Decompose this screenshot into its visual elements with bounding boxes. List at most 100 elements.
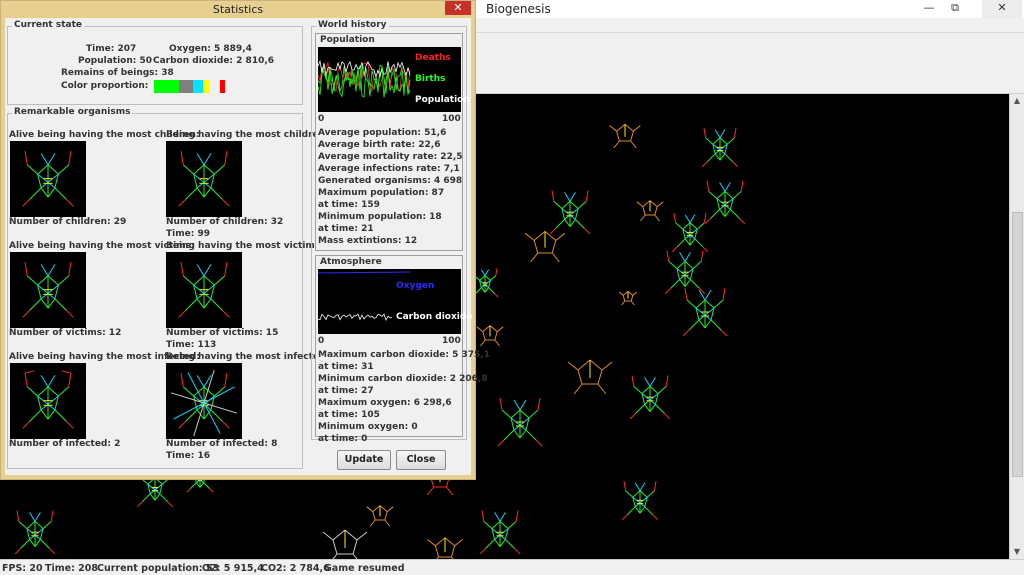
- organism-segment: [159, 493, 169, 503]
- current-co2: Carbon dioxide: 2 810,6: [153, 56, 275, 66]
- update-button[interactable]: Update: [337, 450, 391, 470]
- statistics-close-icon[interactable]: ✕: [445, 1, 471, 15]
- scroll-thumb[interactable]: [1012, 212, 1023, 477]
- most-children-organism[interactable]: [166, 141, 242, 217]
- organism-segment: [633, 386, 643, 394]
- main-close-button[interactable]: ✕: [982, 0, 1022, 18]
- organism-segment: [585, 190, 589, 202]
- organism-segment: [639, 490, 648, 498]
- organism-segment: [649, 200, 658, 207]
- organism-segment: [528, 409, 539, 419]
- organism-segment: [654, 214, 660, 222]
- organism-segment: [623, 481, 627, 491]
- organism-segment: [47, 409, 56, 420]
- organism-segment: [24, 151, 28, 165]
- organism-segment: [54, 409, 67, 422]
- scroll-up-arrow-icon[interactable]: ▲: [1010, 94, 1024, 108]
- organism-segment: [497, 439, 505, 447]
- organism-segment: [475, 287, 482, 294]
- color-segment: [154, 80, 180, 93]
- organism-segment: [490, 275, 497, 281]
- organism-segment: [513, 429, 521, 439]
- organism-drawing: [178, 151, 230, 207]
- organism-segment: [193, 164, 205, 175]
- organism-segment: [622, 291, 629, 296]
- organism-segment: [386, 506, 394, 512]
- organism-segment: [634, 506, 641, 514]
- organism-segment: [40, 375, 49, 388]
- organism-segment: [724, 191, 734, 199]
- organism-segment: [182, 386, 194, 397]
- minimize-button[interactable]: —: [916, 0, 942, 18]
- organism-segment: [642, 200, 651, 207]
- close-button[interactable]: Close: [396, 450, 446, 470]
- main-toolbar-divider: [476, 32, 1024, 33]
- organism-segment: [66, 421, 74, 429]
- organism-segment: [203, 275, 215, 286]
- organism-segment: [655, 404, 665, 414]
- main-titlebar[interactable]: Biogenesis — ⧉ ✕: [476, 0, 1024, 18]
- restore-button[interactable]: ⧉: [942, 0, 968, 18]
- organism-segment: [732, 191, 742, 199]
- organism-segment: [34, 539, 41, 547]
- alive-most-children-organism[interactable]: [10, 141, 86, 217]
- organism-segment: [186, 488, 191, 493]
- organism-segment: [47, 298, 56, 309]
- alive-most-infected-organism[interactable]: [10, 363, 86, 439]
- organism-segment: [616, 123, 626, 132]
- organism-segment: [352, 539, 358, 555]
- organism-segment: [716, 191, 726, 199]
- minimum-carbon-dioxide: Minimum carbon dioxide: 2 206,8: [318, 374, 488, 384]
- organism-segment: [37, 164, 49, 175]
- organism-segment: [722, 287, 726, 301]
- organism-segment: [690, 279, 700, 289]
- organism-segment: [514, 548, 521, 555]
- organism-segment: [703, 128, 707, 138]
- organism-segment: [322, 531, 334, 541]
- organism-segment: [180, 151, 184, 165]
- organism-segment: [664, 413, 671, 420]
- organism-segment: [733, 128, 737, 138]
- most-victims-organism[interactable]: [166, 252, 242, 328]
- organism-segment: [149, 493, 156, 501]
- legend-oxygen: Oxygen: [396, 281, 435, 291]
- organism-segment: [555, 219, 565, 229]
- organism-segment: [708, 191, 718, 199]
- organism-segment: [40, 298, 49, 309]
- organism-segment: [494, 539, 501, 547]
- victims-time: Time: 113: [166, 340, 217, 350]
- organism-segment: [740, 180, 744, 192]
- organism-segment: [664, 288, 671, 295]
- children-count: Number of children: 32: [166, 217, 284, 227]
- vertical-scrollbar[interactable]: ▲ ▼: [1009, 94, 1024, 559]
- world-history-group: World history Population Deaths Births P…: [311, 20, 490, 444]
- average-birth-rate: Average birth rate: 22,6: [318, 140, 441, 150]
- organism-segment: [639, 506, 646, 514]
- most-infected-organism[interactable]: [166, 363, 242, 439]
- organism-segment: [646, 490, 655, 498]
- organism-segment: [515, 510, 519, 522]
- atmosphere-panel: Atmosphere Oxygen Carbon dioxide 0 100 M…: [315, 255, 490, 444]
- organism-segment: [702, 161, 708, 167]
- organism-segment: [196, 298, 205, 309]
- organism-segment: [178, 310, 186, 318]
- statistics-titlebar[interactable]: Statistics ✕: [1, 1, 475, 18]
- scroll-down-arrow-icon[interactable]: ▼: [1010, 545, 1024, 559]
- organism-segment: [193, 275, 205, 286]
- organism-segment: [332, 539, 338, 555]
- organism-segment: [724, 209, 731, 217]
- organism-segment: [533, 240, 539, 254]
- organism-segment: [630, 300, 635, 306]
- organism-segment: [47, 164, 59, 175]
- organism-segment: [726, 137, 735, 145]
- average-population: Average population: 51,6: [318, 128, 447, 138]
- organism-segment: [719, 137, 728, 145]
- organism-segment: [544, 231, 557, 241]
- organism-segment: [40, 409, 49, 420]
- organism-segment: [49, 548, 56, 555]
- alive-most-victims-organism[interactable]: [10, 252, 86, 328]
- organism-segment: [384, 519, 390, 527]
- organism-segment: [58, 275, 70, 286]
- organism-drawing: [22, 262, 74, 318]
- organism-segment: [641, 386, 651, 394]
